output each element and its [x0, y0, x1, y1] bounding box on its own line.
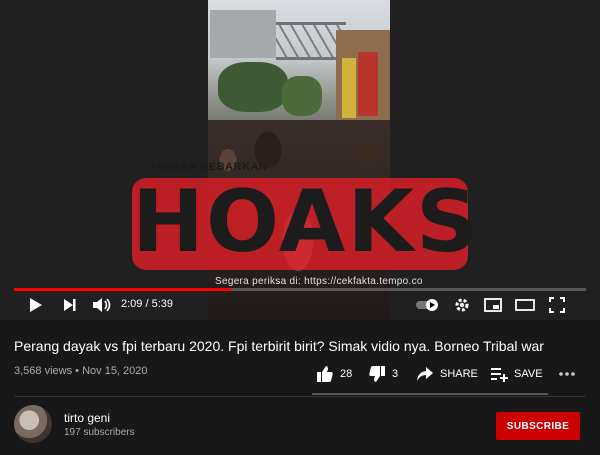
settings-icon [455, 298, 469, 312]
more-horizontal-icon [559, 372, 575, 376]
thumbs-down-icon [369, 366, 385, 382]
more-actions-button[interactable] [558, 361, 576, 387]
thumbs-up-icon [317, 366, 333, 382]
video-title: Perang dayak vs fpi terbaru 2020. Fpi te… [14, 338, 544, 354]
time-display: 2:09 / 5:39 [121, 298, 173, 310]
autoplay-toggle[interactable] [414, 294, 442, 316]
section-divider [14, 396, 586, 397]
progress-fill [14, 288, 231, 291]
hoaks-check-link: Segera periksa di: https://cekfakta.temp… [215, 276, 423, 287]
player-controls: 2:09 / 5:39 [0, 292, 600, 320]
volume-icon [93, 298, 111, 312]
billboard-shape [210, 10, 276, 58]
theater-icon [515, 299, 535, 311]
hoaks-label: HOAKS [132, 172, 480, 272]
publish-date: Nov 15, 2020 [82, 365, 148, 377]
building-sign-shape [342, 58, 356, 118]
progress-bar[interactable] [14, 288, 586, 291]
subscriber-count: 197 subscribers [64, 427, 135, 438]
tree-shape [282, 76, 322, 116]
share-label: SHARE [440, 368, 478, 380]
dislike-button[interactable]: 3 [368, 361, 398, 387]
like-button[interactable]: 28 [316, 361, 352, 387]
subscribe-button[interactable]: SUBSCRIBE [496, 412, 580, 440]
letterbox-left [0, 0, 208, 320]
play-button[interactable] [24, 294, 48, 316]
share-button[interactable]: SHARE [416, 361, 478, 387]
fullscreen-button[interactable] [546, 294, 568, 316]
video-player[interactable]: JANGAN SEBARKAN HOAKS Segera periksa di:… [0, 0, 600, 320]
video-frame[interactable] [208, 0, 390, 320]
letterbox-right [390, 0, 600, 320]
miniplayer-icon [484, 298, 502, 312]
autoplay-toggle-icon [416, 299, 438, 311]
save-to-playlist-icon [491, 368, 508, 382]
video-meta: 3,568 views • Nov 15, 2020 [14, 365, 148, 377]
sentiment-bar [312, 393, 548, 395]
building-sign-shape [358, 52, 378, 116]
save-button[interactable]: SAVE [490, 361, 543, 387]
settings-button[interactable] [452, 294, 472, 316]
next-button[interactable] [58, 294, 82, 316]
miniplayer-button[interactable] [482, 294, 504, 316]
tree-shape [218, 62, 288, 112]
channel-name[interactable]: tirto geni [64, 411, 110, 425]
play-icon [30, 298, 42, 312]
view-count: 3,568 views [14, 365, 73, 377]
next-icon [64, 299, 76, 311]
theater-button[interactable] [514, 294, 536, 316]
dislike-count: 3 [392, 368, 399, 380]
channel-avatar[interactable] [14, 405, 52, 443]
volume-button[interactable] [90, 294, 114, 316]
fullscreen-icon [549, 297, 565, 313]
share-icon [417, 367, 433, 381]
like-count: 28 [340, 368, 353, 380]
save-label: SAVE [514, 368, 543, 380]
